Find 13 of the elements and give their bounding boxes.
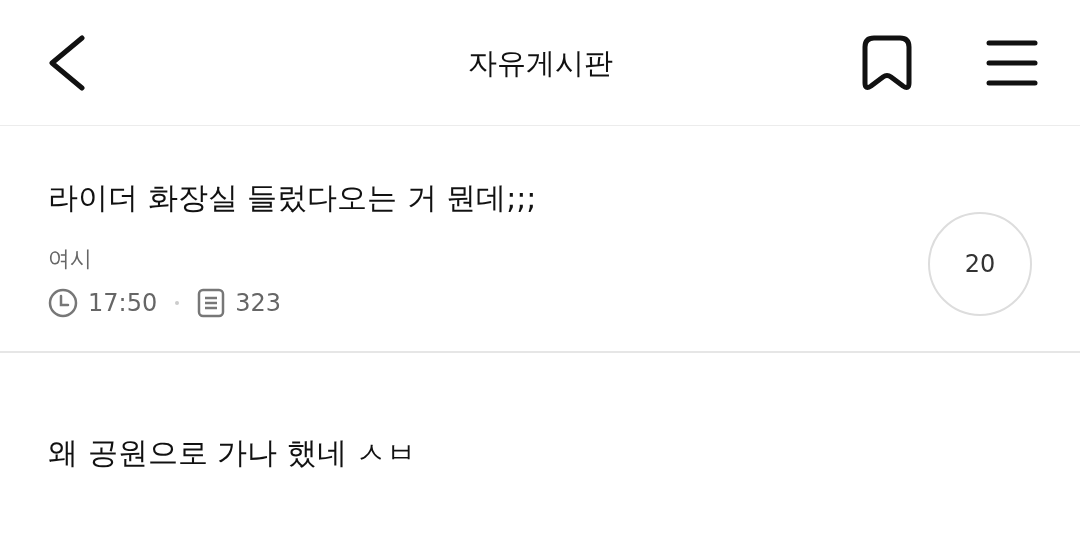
view-count: 323 (235, 289, 281, 317)
menu-icon[interactable] (986, 38, 1038, 87)
clock-icon (48, 288, 78, 318)
back-icon[interactable] (48, 34, 86, 91)
document-icon (197, 288, 226, 318)
comment-count[interactable]: 20 (928, 212, 1032, 316)
bookmark-icon[interactable] (862, 34, 912, 91)
post-time: 17:50 (88, 289, 158, 317)
author-name: 여시 (48, 245, 93, 273)
page-title: 자유게시판 (467, 45, 613, 82)
post-title[interactable]: 라이더 화장실 들렀다오는 거 뭔데;;; (48, 178, 537, 218)
separator-dot (175, 301, 180, 305)
post-title[interactable]: 왜 공원으로 가나 했네 ㅅㅂ (48, 433, 1032, 473)
